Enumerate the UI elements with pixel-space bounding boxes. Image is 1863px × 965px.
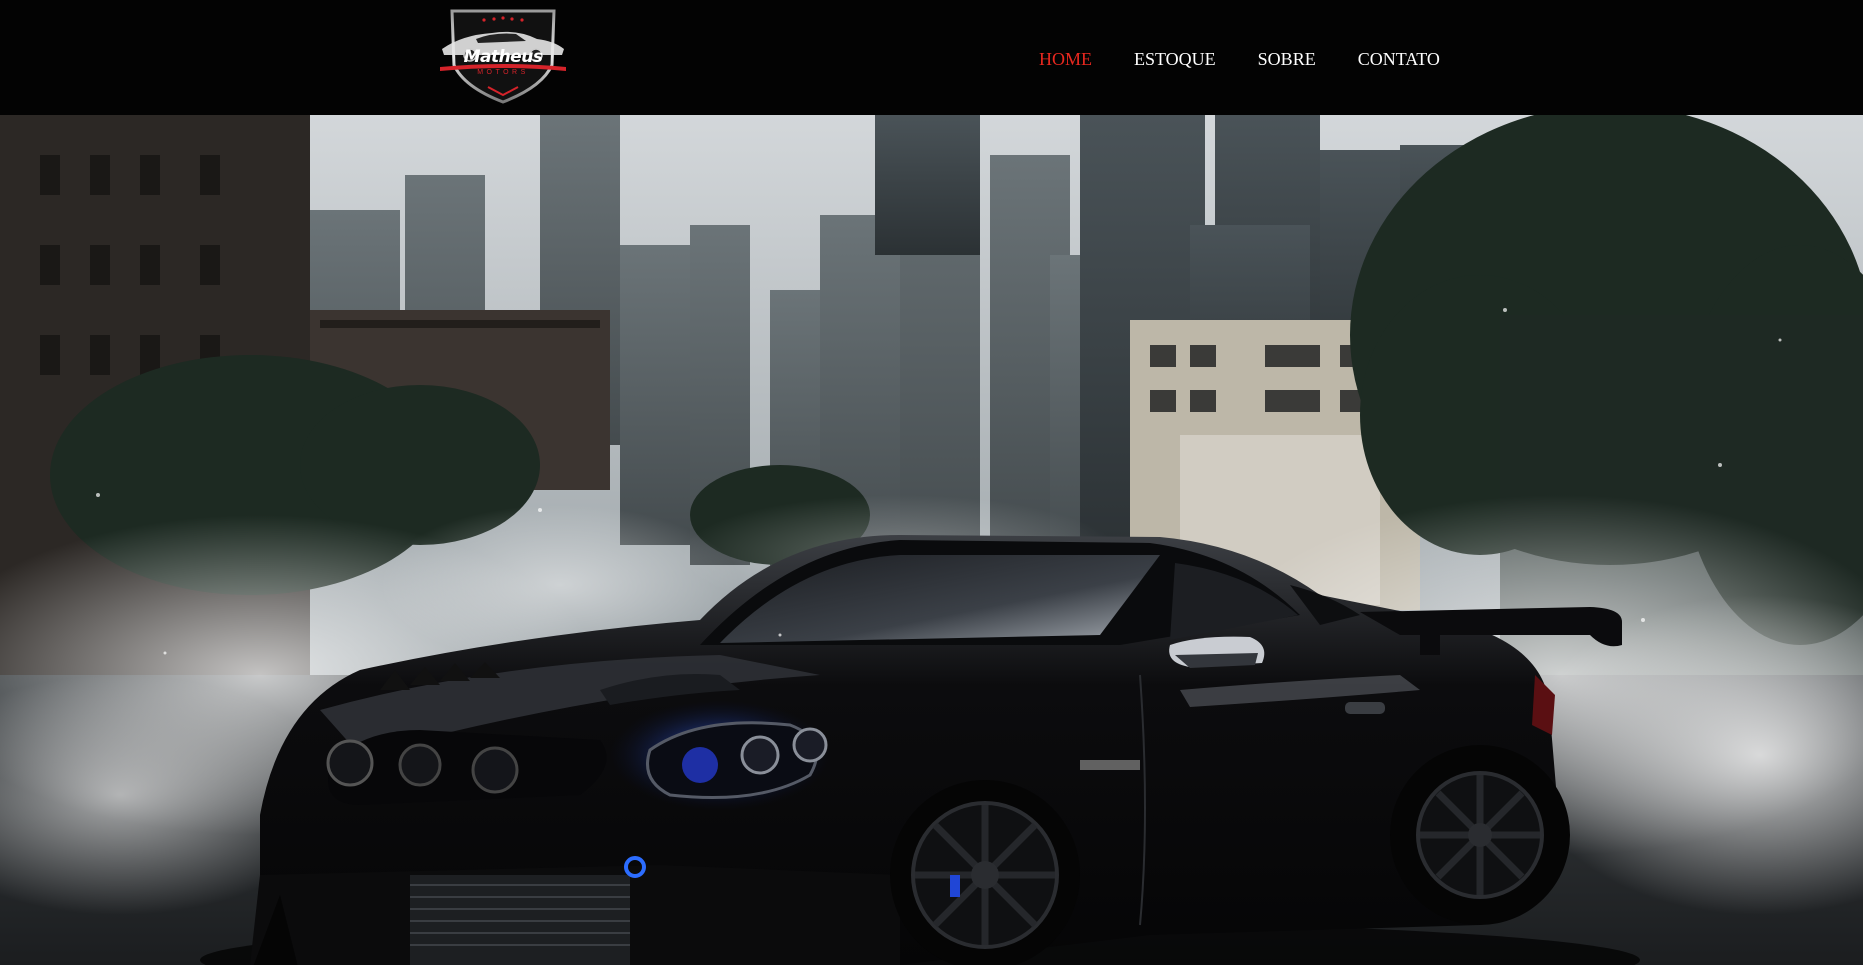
hero-banner — [0, 115, 1863, 965]
brand-subtitle: MOTORS — [477, 69, 529, 76]
main-nav: HOME ESTOQUE SOBRE CONTATO — [1039, 46, 1482, 72]
nav-item-sobre[interactable]: SOBRE — [1258, 46, 1316, 72]
nav-item-estoque[interactable]: ESTOQUE — [1134, 46, 1216, 72]
page: Matheus MOTORS HOME ESTOQUE SOBRE CONTAT… — [0, 0, 1863, 965]
brand-logo[interactable]: Matheus MOTORS — [432, 5, 574, 105]
nav-item-home[interactable]: HOME — [1039, 46, 1092, 72]
site-header: Matheus MOTORS HOME ESTOQUE SOBRE CONTAT… — [0, 0, 1863, 115]
hero-image — [0, 115, 1863, 965]
brand-name: Matheus — [463, 47, 543, 67]
nav-item-contato[interactable]: CONTATO — [1358, 46, 1440, 72]
